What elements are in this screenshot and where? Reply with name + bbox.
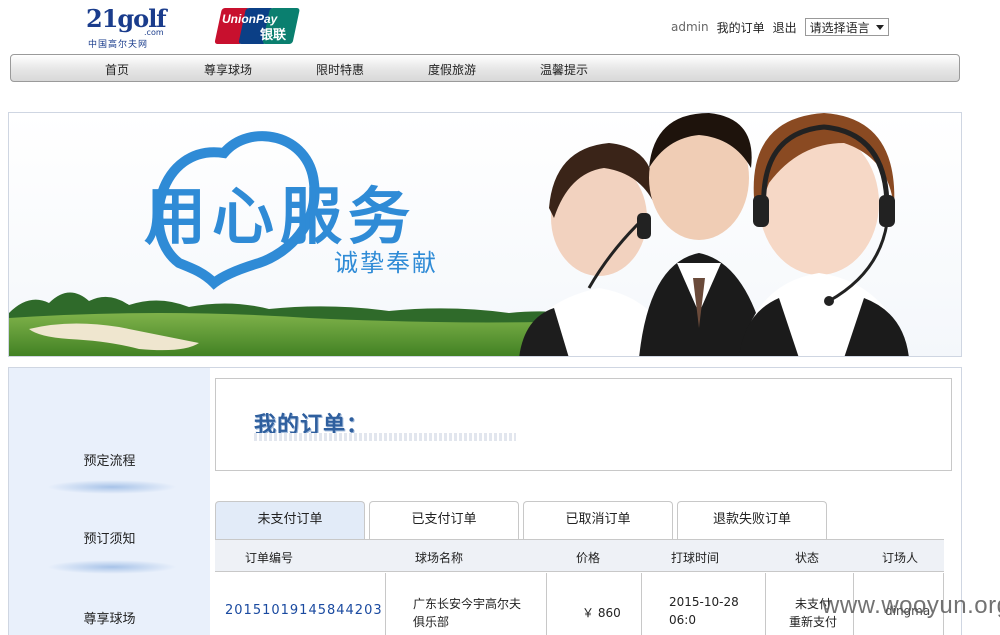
- my-orders-link[interactable]: 我的订单: [717, 19, 765, 36]
- nav-limited-offers[interactable]: 限时特惠: [316, 61, 364, 78]
- col-order-no: 订单编号: [245, 551, 294, 565]
- page-title-box: 我的订单：: [215, 378, 952, 471]
- tab-refund-failed[interactable]: 退款失败订单: [677, 501, 827, 539]
- sidebar-item-booking-notes[interactable]: 预订须知: [9, 528, 210, 547]
- nav-tips[interactable]: 温馨提示: [540, 61, 588, 78]
- language-select[interactable]: 请选择语言: [804, 18, 889, 36]
- col-price: 价格: [576, 551, 601, 565]
- sidebar-item-premium-courses[interactable]: 尊享球场: [9, 608, 210, 627]
- sidebar-divider: [47, 560, 177, 574]
- banner-illustration: 用心服务 诚挚奉献: [9, 113, 961, 356]
- 21golf-logo[interactable]: 21golf .com 中国高尔夫网: [86, 6, 167, 51]
- orders-table: 订单编号 球场名称 价格 打球时间 状态 订场人 201510191458442…: [215, 539, 944, 635]
- logo-tagline: 中国高尔夫网: [88, 40, 149, 50]
- main-nav: 首页 尊享球场 限时特惠 度假旅游 温馨提示: [10, 54, 960, 82]
- nav-premium-courses[interactable]: 尊享球场: [204, 61, 252, 78]
- unionpay-cn: 银联: [260, 27, 286, 43]
- course-name-line2: 俱乐部: [413, 615, 450, 629]
- user-bar: admin 我的订单 退出 请选择语言: [671, 18, 889, 36]
- tab-paid[interactable]: 已支付订单: [369, 501, 519, 539]
- course-name-line1: 广东长安今宇高尔夫: [413, 597, 522, 611]
- col-status: 状态: [795, 551, 820, 565]
- username: admin: [671, 20, 709, 34]
- tab-unpaid[interactable]: 未支付订单: [215, 501, 365, 539]
- language-select-label: 请选择语言: [809, 20, 870, 35]
- chevron-down-icon: [875, 24, 884, 30]
- tab-cancelled[interactable]: 已取消订单: [523, 501, 673, 539]
- column-divider: [546, 573, 547, 635]
- play-time-line1: 2015-10-28: [669, 595, 739, 609]
- sidebar: 预定流程 预订须知 尊享球场: [9, 368, 210, 635]
- sidebar-divider: [47, 480, 177, 494]
- price-value: ￥ 860: [582, 606, 621, 620]
- column-divider: [385, 573, 386, 635]
- watermark: www.wooyun.org: [822, 592, 1000, 619]
- service-banner: 用心服务 诚挚奉献: [8, 112, 962, 357]
- nav-vacation-travel[interactable]: 度假旅游: [428, 61, 476, 78]
- unionpay-logo: UnionPay 银联: [214, 8, 306, 44]
- sidebar-item-booking-process[interactable]: 预定流程: [9, 450, 210, 469]
- order-number-link[interactable]: 20151019145844203: [225, 603, 383, 618]
- col-play-time: 打球时间: [671, 551, 720, 565]
- column-divider: [765, 573, 766, 635]
- unionpay-en: UnionPay: [222, 12, 279, 26]
- orders-section: 预定流程 预订须知 尊享球场 我的订单： 未支付订单 已支付订单 已取消订单 退…: [8, 367, 962, 635]
- logo-com: .com: [144, 28, 164, 37]
- slogan-main: 用心服务: [144, 180, 416, 253]
- logout-link[interactable]: 退出: [773, 19, 797, 36]
- table-header: 订单编号 球场名称 价格 打球时间 状态 订场人: [215, 540, 944, 572]
- title-underline: [254, 433, 516, 441]
- slogan-sub: 诚挚奉献: [334, 249, 438, 277]
- play-time-line2: 06:0: [669, 613, 696, 627]
- col-course-name: 球场名称: [415, 551, 464, 565]
- column-divider: [641, 573, 642, 635]
- col-booker: 订场人: [882, 551, 919, 565]
- nav-home[interactable]: 首页: [105, 61, 129, 78]
